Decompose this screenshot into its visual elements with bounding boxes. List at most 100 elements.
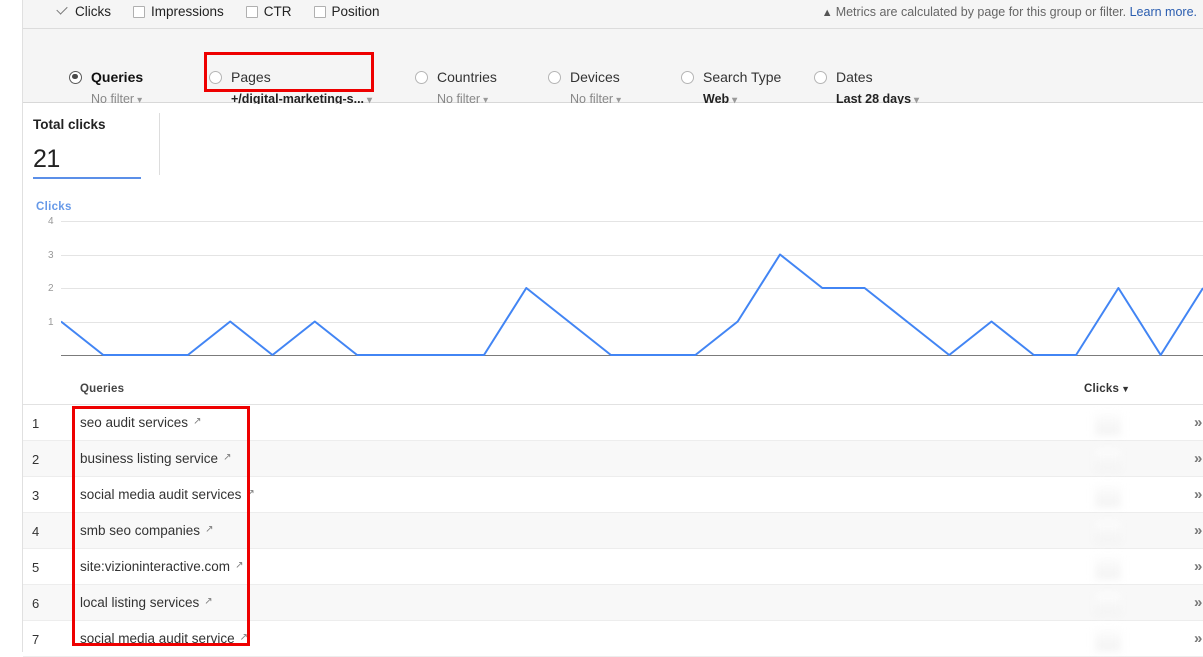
dimension-countries-header[interactable]: Countries <box>415 69 497 85</box>
table-row[interactable]: 1 seo audit services ↗ » <box>23 405 1203 441</box>
external-link-icon[interactable]: ↗ <box>235 560 243 571</box>
radio-queries[interactable] <box>69 70 82 84</box>
row-rank: 6 <box>32 596 40 611</box>
clicks-cell <box>1095 557 1121 579</box>
dimension-dates[interactable]: Dates Last 28 days ▾ <box>814 69 919 106</box>
column-header-queries[interactable]: Queries <box>80 383 124 395</box>
external-link-icon[interactable]: ↗ <box>193 416 201 427</box>
dimension-pages-label: Pages <box>231 69 271 85</box>
query-cell[interactable]: social media audit services ↗ <box>80 487 255 502</box>
metric-checkbox-ctr[interactable]: CTR <box>245 4 292 19</box>
metrics-toolbar: Clicks Impressions CTR Position ▲ Metrics ar… <box>23 0 1203 29</box>
row-rank: 7 <box>32 632 40 647</box>
double-chevron-right-icon[interactable]: » <box>1194 522 1202 539</box>
column-header-clicks-label: Clicks <box>1084 383 1120 395</box>
dimension-search-type-label: Search Type <box>703 69 782 85</box>
metric-checkbox-label: Position <box>331 4 380 19</box>
totals-panel: Total clicks 21 <box>23 104 1203 192</box>
sort-descending-icon: ▼ <box>1121 384 1131 394</box>
query-cell[interactable]: seo audit services ↗ <box>80 415 201 430</box>
checkbox-checked-icon[interactable] <box>56 5 69 18</box>
dimension-search-type-header[interactable]: Search Type <box>681 69 781 85</box>
clicks-cell <box>1095 629 1121 651</box>
chart-legend-clicks: Clicks <box>36 201 72 213</box>
metric-checkbox-label: Impressions <box>151 4 224 19</box>
dimension-devices[interactable]: Devices No filter ▾ <box>548 69 621 106</box>
query-text: smb seo companies <box>80 523 201 538</box>
query-cell[interactable]: business listing service ↗ <box>80 451 231 466</box>
query-cell[interactable]: social media audit service ↗ <box>80 631 248 646</box>
warning-triangle-icon: ▲ <box>821 7 833 19</box>
dimension-pages-header[interactable]: Pages <box>209 69 372 85</box>
table-row[interactable]: 6 local listing services ↗ » <box>23 585 1203 621</box>
query-cell[interactable]: smb seo companies ↗ <box>80 523 213 538</box>
dimension-devices-header[interactable]: Devices <box>548 69 621 85</box>
metric-checkbox-impressions[interactable]: Impressions <box>133 4 224 19</box>
queries-table: Queries Clicks ▼ 1 seo audit services ↗ » 2 bu… <box>23 371 1203 657</box>
query-cell[interactable]: local listing services ↗ <box>80 595 213 610</box>
row-rank: 3 <box>32 488 40 503</box>
radio-dates[interactable] <box>814 70 827 84</box>
external-link-icon[interactable]: ↗ <box>246 488 254 499</box>
dimension-radio-group: Queries No filter ▾ Pages +/digital-marketin… <box>23 29 1203 106</box>
total-clicks-cell[interactable]: Total clicks 21 <box>33 117 141 174</box>
clicks-chart: Clicks 1 2 3 4 <box>23 198 1203 370</box>
checkbox-icon[interactable] <box>313 5 326 18</box>
column-header-clicks[interactable]: Clicks ▼ <box>1084 383 1130 395</box>
total-clicks-underline <box>33 177 141 179</box>
chart-y-tick: 4 <box>48 216 54 227</box>
double-chevron-right-icon[interactable]: » <box>1194 450 1202 467</box>
query-cell[interactable]: site:vizioninteractive.com ↗ <box>80 559 243 574</box>
dimension-countries[interactable]: Countries No filter ▾ <box>415 69 497 106</box>
external-link-icon[interactable]: ↗ <box>205 524 213 535</box>
dimension-dates-header[interactable]: Dates <box>814 69 919 85</box>
dimension-filter-toolbar: Queries No filter ▾ Pages +/digital-marketin… <box>23 29 1203 106</box>
clicks-cell <box>1095 485 1121 507</box>
radio-search-type[interactable] <box>681 70 694 84</box>
chart-y-tick: 1 <box>48 316 54 328</box>
dimension-queries[interactable]: Queries No filter ▾ <box>69 69 143 106</box>
checkbox-icon[interactable] <box>133 5 145 18</box>
double-chevron-right-icon[interactable]: » <box>1194 486 1202 503</box>
query-text: business listing service <box>80 451 219 466</box>
table-row[interactable]: 5 site:vizioninteractive.com ↗ » <box>23 549 1203 585</box>
dimension-queries-header[interactable]: Queries <box>69 69 143 85</box>
table-row[interactable]: 3 social media audit services ↗ » <box>23 477 1203 513</box>
external-link-icon[interactable]: ↗ <box>240 632 248 643</box>
query-text: social media audit service <box>80 631 235 646</box>
chart-series-clicks <box>61 253 1203 356</box>
chart-y-tick: 3 <box>48 249 54 261</box>
double-chevron-right-icon[interactable]: » <box>1194 594 1202 611</box>
radio-devices[interactable] <box>548 70 561 84</box>
row-rank: 2 <box>32 452 40 467</box>
search-analytics-page: Clicks Impressions CTR Position ▲ Metrics ar… <box>0 0 1203 657</box>
dimension-queries-label: Queries <box>91 69 144 85</box>
metric-checkbox-group: Clicks Impressions CTR Position <box>56 4 380 19</box>
dimension-search-type[interactable]: Search Type Web ▾ <box>681 69 781 106</box>
table-row[interactable]: 4 smb seo companies ↗ » <box>23 513 1203 549</box>
learn-more-link[interactable]: Learn more. <box>1130 5 1197 19</box>
dimension-pages[interactable]: Pages +/digital-marketing-s... ▾ <box>209 69 372 106</box>
table-row[interactable]: 2 business listing service ↗ » <box>23 441 1203 477</box>
radio-countries[interactable] <box>415 70 428 84</box>
metric-checkbox-clicks[interactable]: Clicks <box>56 4 111 19</box>
clicks-cell <box>1095 521 1121 543</box>
table-header-row: Queries Clicks ▼ <box>23 371 1203 405</box>
metric-checkbox-position[interactable]: Position <box>313 4 380 19</box>
radio-pages[interactable] <box>209 70 222 84</box>
external-link-icon[interactable]: ↗ <box>204 596 212 607</box>
chart-y-tick: 2 <box>48 283 54 294</box>
checkbox-icon[interactable] <box>245 5 258 18</box>
metrics-note: ▲ Metrics are calculated by page for this… <box>822 5 1197 19</box>
double-chevron-right-icon[interactable]: » <box>1194 414 1202 431</box>
query-text: social media audit services <box>80 487 242 502</box>
external-link-icon[interactable]: ↗ <box>223 452 231 463</box>
total-clicks-label: Total clicks <box>33 117 106 132</box>
clicks-cell <box>1095 413 1121 435</box>
double-chevron-right-icon[interactable]: » <box>1194 558 1202 575</box>
row-rank: 5 <box>32 560 40 575</box>
totals-divider <box>159 113 160 175</box>
total-clicks-value: 21 <box>33 145 60 173</box>
double-chevron-right-icon[interactable]: » <box>1194 630 1202 647</box>
row-rank: 1 <box>32 416 40 431</box>
